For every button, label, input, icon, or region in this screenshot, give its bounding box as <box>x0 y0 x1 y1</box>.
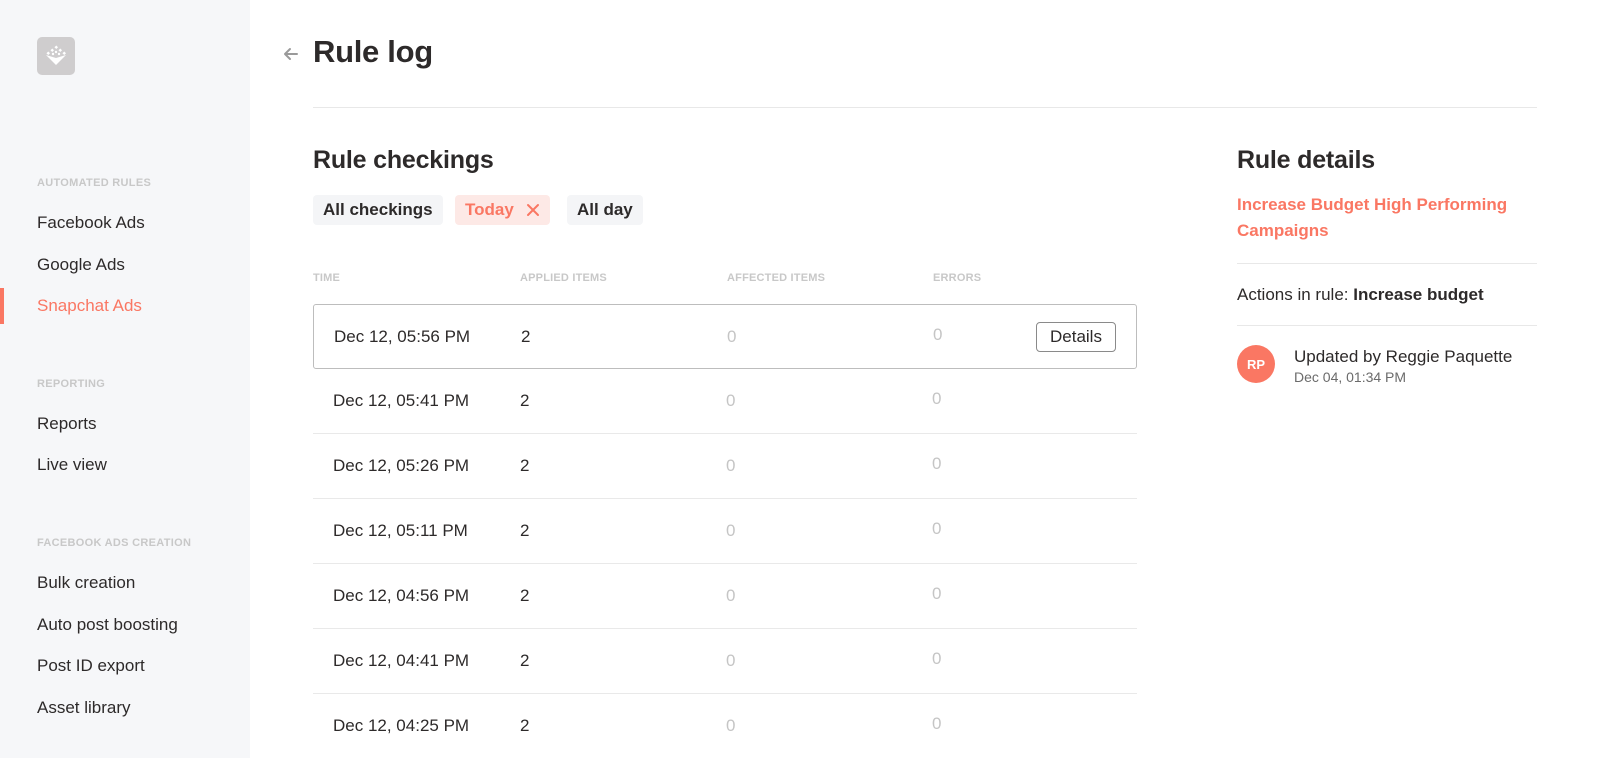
cell-errors: 0 <box>932 389 942 408</box>
sidebar-item-google-ads[interactable]: Google Ads <box>37 255 125 275</box>
cell-applied-items: 2 <box>520 391 530 410</box>
actions-value: Increase budget <box>1353 285 1484 304</box>
column-header-applied-items: APPLIED ITEMS <box>520 272 607 284</box>
cell-affected-items: 0 <box>726 651 736 670</box>
table-row[interactable]: Dec 12, 05:26 PM 2 0 0 <box>313 434 1137 499</box>
sidebar-item-facebook-ads[interactable]: Facebook Ads <box>37 213 145 233</box>
sidebar-item-post-id-export[interactable]: Post ID export <box>37 656 145 676</box>
cell-applied-items: 2 <box>520 651 530 670</box>
section-label-reporting: REPORTING <box>37 378 106 390</box>
table-row[interactable]: Dec 12, 04:56 PM 2 0 0 <box>313 564 1137 629</box>
sidebar-item-bulk-creation[interactable]: Bulk creation <box>37 573 135 593</box>
cell-applied-items: 2 <box>520 456 530 475</box>
filter-all-day[interactable]: All day <box>567 195 643 225</box>
cell-applied-items: 2 <box>521 327 531 346</box>
details-button[interactable]: Details <box>1036 322 1116 352</box>
active-indicator <box>0 288 4 324</box>
filter-label: Today <box>465 200 514 219</box>
sidebar-item-live-view[interactable]: Live view <box>37 455 107 475</box>
cell-errors: 0 <box>932 714 942 733</box>
rule-name-link[interactable]: Increase Budget High Performing Campaign… <box>1237 192 1537 244</box>
sidebar-item-auto-post-boosting[interactable]: Auto post boosting <box>37 615 178 635</box>
column-header-time: TIME <box>313 272 341 284</box>
cell-errors: 0 <box>932 519 942 538</box>
cell-affected-items: 0 <box>726 716 736 735</box>
table-row[interactable]: Dec 12, 05:41 PM 2 0 0 <box>313 369 1137 434</box>
cell-applied-items: 2 <box>520 716 530 735</box>
table-row[interactable]: Dec 12, 04:25 PM 2 0 0 <box>313 694 1137 758</box>
cell-affected-items: 0 <box>726 391 736 410</box>
cell-affected-items: 0 <box>726 521 736 540</box>
rule-actions: Actions in rule: Increase budget <box>1237 285 1484 305</box>
cell-affected-items: 0 <box>726 456 736 475</box>
cell-affected-items: 0 <box>727 327 737 346</box>
cell-errors: 0 <box>932 584 942 603</box>
column-header-affected-items: AFFECTED ITEMS <box>727 272 826 284</box>
updated-at: Dec 04, 01:34 PM <box>1294 369 1407 385</box>
cell-errors: 0 <box>932 649 942 668</box>
cell-time: Dec 12, 05:56 PM <box>334 327 471 346</box>
column-header-errors: ERRORS <box>933 272 982 284</box>
sidebar-item-snapchat-ads[interactable]: Snapchat Ads <box>37 296 142 316</box>
cell-applied-items: 2 <box>520 521 530 540</box>
cell-affected-items: 0 <box>726 586 736 605</box>
filter-today[interactable]: Today <box>455 195 550 225</box>
table-row[interactable]: Dec 12, 05:11 PM 2 0 0 <box>313 499 1137 564</box>
cell-time: Dec 12, 05:41 PM <box>333 391 470 410</box>
section-label-automated-rules: AUTOMATED RULES <box>37 177 152 189</box>
cell-errors: 0 <box>932 454 942 473</box>
rule-checkings-title: Rule checkings <box>313 146 494 174</box>
cell-time: Dec 12, 05:26 PM <box>333 456 470 475</box>
page-title: Rule log <box>313 34 433 69</box>
brand-logo-icon[interactable] <box>37 37 75 75</box>
header-divider <box>313 107 1537 108</box>
cell-time: Dec 12, 04:56 PM <box>333 586 470 605</box>
divider <box>1237 325 1537 326</box>
sidebar-item-asset-library[interactable]: Asset library <box>37 698 131 718</box>
sidebar-item-reports[interactable]: Reports <box>37 414 97 434</box>
cell-applied-items: 2 <box>520 586 530 605</box>
cell-time: Dec 12, 05:11 PM <box>333 521 468 540</box>
arrow-left-icon[interactable] <box>281 44 301 64</box>
table-row[interactable]: Dec 12, 05:56 PM 2 0 0 Details <box>313 304 1137 369</box>
divider <box>1237 263 1537 264</box>
table-row[interactable]: Dec 12, 04:41 PM 2 0 0 <box>313 629 1137 694</box>
avatar: RP <box>1237 345 1275 383</box>
cell-errors: 0 <box>933 325 943 344</box>
actions-label: Actions in rule: <box>1237 285 1354 304</box>
filter-all-checkings[interactable]: All checkings <box>313 195 443 225</box>
cell-time: Dec 12, 04:41 PM <box>333 651 470 670</box>
updated-by: Updated by Reggie Paquette <box>1294 347 1513 366</box>
sidebar: AUTOMATED RULES Facebook Ads Google Ads … <box>0 0 250 758</box>
cell-time: Dec 12, 04:25 PM <box>333 716 470 735</box>
section-label-facebook-ads-creation: FACEBOOK ADS CREATION <box>37 537 192 549</box>
close-icon[interactable] <box>526 203 540 217</box>
filter-label: All day <box>577 200 633 219</box>
filter-label: All checkings <box>323 200 433 219</box>
rule-details-title: Rule details <box>1237 146 1375 174</box>
